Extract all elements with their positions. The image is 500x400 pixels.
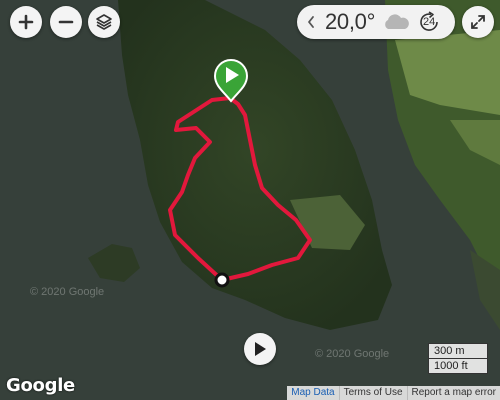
expand-icon	[471, 15, 485, 29]
weather-temperature: 20,0°	[325, 9, 376, 34]
play-route-button[interactable]	[244, 333, 276, 365]
attribution-bar: Map Data Terms of Use Report a map error	[287, 386, 500, 400]
layers-icon	[96, 14, 112, 30]
play-icon	[255, 342, 266, 356]
forecast-hours-button[interactable]: 24	[417, 10, 441, 34]
zoom-out-button[interactable]	[50, 6, 82, 38]
weather-widget[interactable]: 20,0° 24	[297, 5, 455, 39]
layers-button[interactable]	[88, 6, 120, 38]
finish-marker	[214, 272, 230, 288]
chevron-left-icon	[308, 16, 314, 28]
map-copyright-watermark-1: © 2020 Google	[30, 286, 105, 298]
map-scale: 300 m 1000 ft	[428, 343, 488, 374]
zoom-in-button[interactable]	[10, 6, 42, 38]
scale-imperial: 1000 ft	[428, 359, 488, 374]
map-copyright-watermark-2: © 2020 Google	[315, 348, 390, 360]
cloud-icon	[381, 12, 411, 32]
map-data-link[interactable]: Map Data	[287, 386, 338, 400]
plus-icon	[18, 14, 34, 30]
forecast-hours-value: 24	[423, 16, 436, 28]
minus-icon	[58, 20, 74, 24]
report-map-error-link[interactable]: Report a map error	[406, 386, 500, 400]
terms-of-use-link[interactable]: Terms of Use	[338, 386, 407, 400]
scale-metric: 300 m	[428, 343, 488, 359]
fullscreen-button[interactable]	[462, 6, 494, 38]
google-logo: Google	[6, 375, 75, 396]
weather-previous-button[interactable]	[301, 5, 321, 39]
